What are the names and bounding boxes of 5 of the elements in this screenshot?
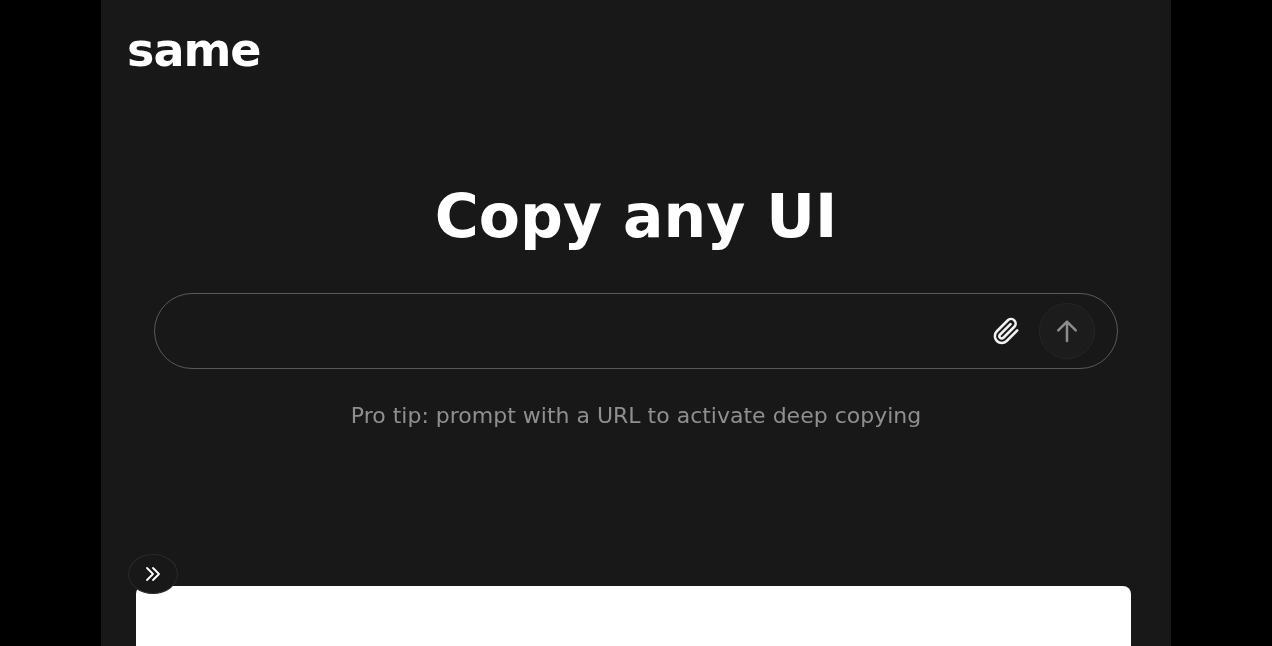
paperclip-icon[interactable] [991,315,1021,346]
headline: Copy any UI [434,180,838,253]
expand-button[interactable] [128,553,178,594]
tip-text: Pro tip: prompt with a URL to activate deep copying [350,401,922,430]
logo: same [127,24,261,76]
